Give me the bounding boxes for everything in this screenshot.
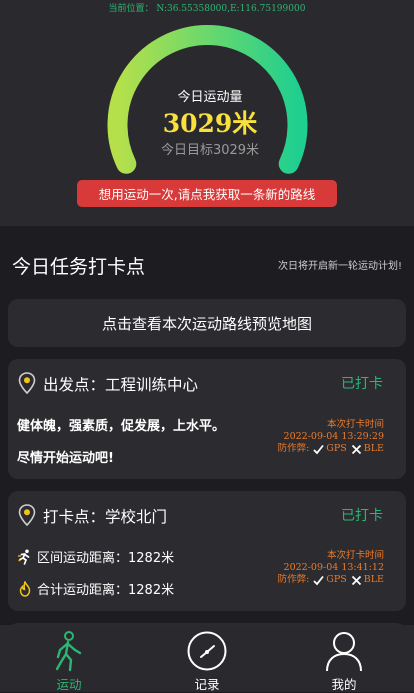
location-pin-icon xyxy=(18,504,36,526)
nav-label: 我的 xyxy=(331,677,357,692)
ble-label: BLE xyxy=(363,574,384,585)
anti-cheat-row: 防作弊: GPS BLE xyxy=(278,443,384,455)
checkin-time-label: 本次打卡时间 xyxy=(326,419,384,430)
checkin-time-label: 本次打卡时间 xyxy=(326,550,384,561)
total-distance: 合计运动距离：1282米 xyxy=(17,579,174,598)
nav-tab-mine[interactable]: 我的 xyxy=(294,625,394,692)
checkpoint-card: 打卡点：学校北门 已打卡 区间运动距离：1282米 合计运动距离：1282米 本… xyxy=(8,491,406,611)
check-icon xyxy=(313,444,324,454)
route-map-preview-button[interactable]: 点击查看本次运动路线预览地图 xyxy=(8,299,406,347)
checkin-info: 本次打卡时间 2022-09-04 13:29:29 防作弊: GPS BLE xyxy=(278,419,384,455)
bottom-nav: 运动 记录 我的 xyxy=(0,625,414,692)
cross-icon xyxy=(351,444,361,454)
section-title: 今日任务打卡点 xyxy=(12,256,146,278)
ble-label: BLE xyxy=(363,443,384,454)
nav-label: 运动 xyxy=(56,677,82,692)
anti-cheat-label: 防作弊: xyxy=(277,574,310,585)
slogan-line: 健体魄，强素质，促发展，上水平。 xyxy=(17,419,226,434)
cross-icon xyxy=(351,575,361,585)
anti-cheat-label: 防作弊: xyxy=(277,443,310,454)
checkin-info: 本次打卡时间 2022-09-04 13:41:12 防作弊: GPS BLE xyxy=(278,550,384,586)
nav-tab-sport[interactable]: 运动 xyxy=(19,625,119,692)
anti-cheat-row: 防作弊: GPS BLE xyxy=(278,574,384,586)
runner-icon xyxy=(18,549,30,565)
segment-distance: 区间运动距离：1282米 xyxy=(17,547,174,566)
checkpoint-title: 打卡点：学校北门 xyxy=(43,508,168,526)
checkin-status: 已打卡 xyxy=(341,508,383,524)
checkin-time: 2022-09-04 13:41:12 xyxy=(283,562,384,573)
today-target-label: 今日目标3029米 xyxy=(160,143,260,158)
check-icon xyxy=(313,575,324,585)
clock-icon xyxy=(187,631,227,671)
total-distance-text: 合计运动距离：1282米 xyxy=(37,583,175,598)
today-amount-value: 3029米 xyxy=(162,109,258,138)
segment-distance-text: 区间运动距离：1282米 xyxy=(37,551,175,566)
nav-tab-records[interactable]: 记录 xyxy=(157,625,257,692)
running-person-icon xyxy=(55,631,82,672)
checkpoint-title: 出发点：工程训练中心 xyxy=(43,376,199,394)
flame-icon xyxy=(19,580,31,597)
location-pin-icon xyxy=(18,372,36,394)
checkin-time: 2022-09-04 13:29:29 xyxy=(283,431,384,442)
nav-label: 记录 xyxy=(194,677,220,692)
checkpoint-card: 出发点：工程训练中心 已打卡 健体魄，强素质，促发展，上水平。 尽情开始运动吧!… xyxy=(8,359,406,479)
section-note: 次日将开启新一轮运动计划! xyxy=(277,261,402,272)
slogan-line: 尽情开始运动吧! xyxy=(17,451,114,466)
user-icon xyxy=(326,632,362,672)
today-amount-label: 今日运动量 xyxy=(177,90,243,105)
checkin-status: 已打卡 xyxy=(341,376,383,392)
gps-label: GPS xyxy=(326,443,347,454)
new-route-button[interactable]: 想用运动一次,请点我获取一条新的路线 xyxy=(77,180,337,207)
gps-label: GPS xyxy=(326,574,347,585)
header-panel: 当前位置： N:36.55358000,E:116.75199000 今日运动量… xyxy=(0,0,414,226)
